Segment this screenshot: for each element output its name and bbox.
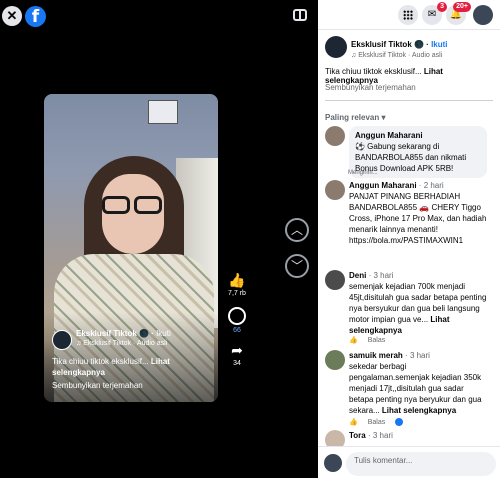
commenter-avatar[interactable] [325, 180, 345, 200]
comment-body: Deni · 3 hari semenjak kejadian 700k men… [349, 270, 489, 336]
commenter-avatar[interactable] [325, 350, 345, 370]
post-audio-label[interactable]: ♫ Eksklusif Tiktok · Audio asli [351, 52, 442, 59]
comment-time: · 3 hari [405, 351, 430, 360]
comment-item: Deni · 3 hari semenjak kejadian 700k men… [325, 270, 497, 348]
comment-text: sekedar berbagi pengalaman.semenjak keja… [349, 362, 482, 415]
video-caption: Tika chiuu tiktok eksklusif... Lihat sel… [52, 357, 170, 377]
menu-grid-button[interactable] [398, 5, 418, 25]
video-follow-link[interactable]: Ikuti [156, 329, 171, 338]
messenger-button[interactable]: ✉ 3 [422, 2, 447, 25]
post-follow-link[interactable]: Ikuti [431, 40, 447, 49]
commenter-name[interactable]: Anggun Maharani [349, 181, 417, 190]
wall-clock [148, 100, 178, 124]
comment-count: 66 [233, 327, 241, 334]
commenter-name[interactable]: Anggun Maharani [355, 130, 481, 141]
share-control[interactable]: ➦ 34 [226, 342, 248, 367]
comment-item: samuik merah · 3 hari sekedar berbagi pe… [325, 350, 497, 430]
comment-input[interactable]: Tulis komentar... [346, 452, 496, 476]
profile-avatar[interactable] [473, 5, 493, 25]
commenter-name[interactable]: Deni [349, 271, 366, 280]
reply-link[interactable]: Balas [368, 337, 386, 344]
comment-composer: Tulis komentar... [318, 446, 500, 478]
commenter-avatar[interactable] [325, 126, 345, 146]
next-video-button[interactable]: ﹀ [285, 254, 309, 278]
like-control[interactable]: 👍 7,7 rb [226, 272, 248, 297]
comment-body: Tora · 3 hari [349, 430, 489, 441]
reply-link[interactable]: Balas [368, 419, 386, 426]
like-reaction-icon[interactable]: 👍 [349, 337, 358, 344]
comment-body: samuik merah · 3 hari sekedar berbagi pe… [349, 350, 489, 416]
comment-see-more[interactable]: Lihat selengkapnya [382, 406, 456, 415]
comment-actions: 👍 Balas [349, 418, 413, 427]
person-glasses [100, 196, 166, 216]
video-audio-label[interactable]: ♫ Eksklusif Tiktok · Audio asli [76, 340, 167, 347]
post-page-name[interactable]: Eksklusif Tiktok 🌑 · Ikuti [351, 40, 448, 49]
thumbs-up-icon: 👍 [228, 272, 246, 288]
messenger-icon: ✉ [427, 9, 437, 20]
comment-text: PANJAT PINANG BERHADIAH BANDARBOLA855 🚗 … [349, 192, 487, 245]
sort-dropdown[interactable]: Paling relevan ▾ [325, 113, 386, 122]
notifications-button[interactable]: 🔔 20+ [446, 2, 471, 25]
grid-icon [403, 10, 413, 20]
close-icon[interactable]: ✕ [2, 6, 22, 26]
share-count: 34 [233, 360, 241, 367]
fullscreen-icon[interactable] [293, 9, 307, 21]
comment-item: Tora · 3 hari [325, 430, 497, 450]
commenter-name[interactable]: Tora [349, 431, 366, 440]
reaction-icon [395, 418, 404, 427]
comment-control[interactable]: 66 [226, 307, 248, 334]
comment-status: Mengirim... [348, 170, 378, 176]
comment-item: Anggun Maharani · 2 hari PANJAT PINANG B… [325, 180, 497, 260]
like-reaction-icon[interactable]: 👍 [349, 419, 358, 426]
commenter-avatar[interactable] [325, 270, 345, 290]
messenger-badge: 3 [437, 2, 447, 12]
video-page-avatar[interactable] [52, 330, 72, 350]
comment-body: Anggun Maharani · 2 hari PANJAT PINANG B… [349, 180, 489, 246]
top-bar: ✉ 3 🔔 20+ [318, 0, 500, 30]
notifications-badge: 20+ [453, 2, 471, 12]
comment-time: · 3 hari [368, 271, 394, 280]
video-hide-translation[interactable]: Sembunyikan terjemahan [52, 381, 143, 390]
comment-actions: 👍 Balas [349, 336, 395, 344]
comments-panel: ✉ 3 🔔 20+ Eksklusif Tiktok 🌑 · Ikuti ♫ E… [318, 0, 500, 478]
divider [325, 100, 493, 101]
post-hide-translation[interactable]: Sembunyikan terjemahan [325, 83, 416, 92]
composer-avatar [324, 454, 342, 472]
previous-video-button[interactable]: ︿ [285, 218, 309, 242]
comment-time: · 3 hari [367, 431, 393, 440]
comment-text: semenjak kejadian 700k menjadi 45jt,disi… [349, 282, 487, 335]
comment-time: · 2 hari [418, 181, 444, 190]
facebook-logo[interactable]: f [25, 6, 46, 27]
like-count: 7,7 rb [228, 290, 246, 297]
post-page-avatar[interactable] [325, 36, 347, 58]
share-icon: ➦ [231, 342, 243, 358]
comment-icon [228, 307, 246, 325]
commenter-name[interactable]: samuik merah [349, 351, 403, 360]
video-viewer: ✕ f Eksklusif Tiktok 🌑 · Ikuti ♫ Eksklus… [0, 0, 318, 478]
video-page-name[interactable]: Eksklusif Tiktok 🌑 · Ikuti [76, 329, 171, 338]
